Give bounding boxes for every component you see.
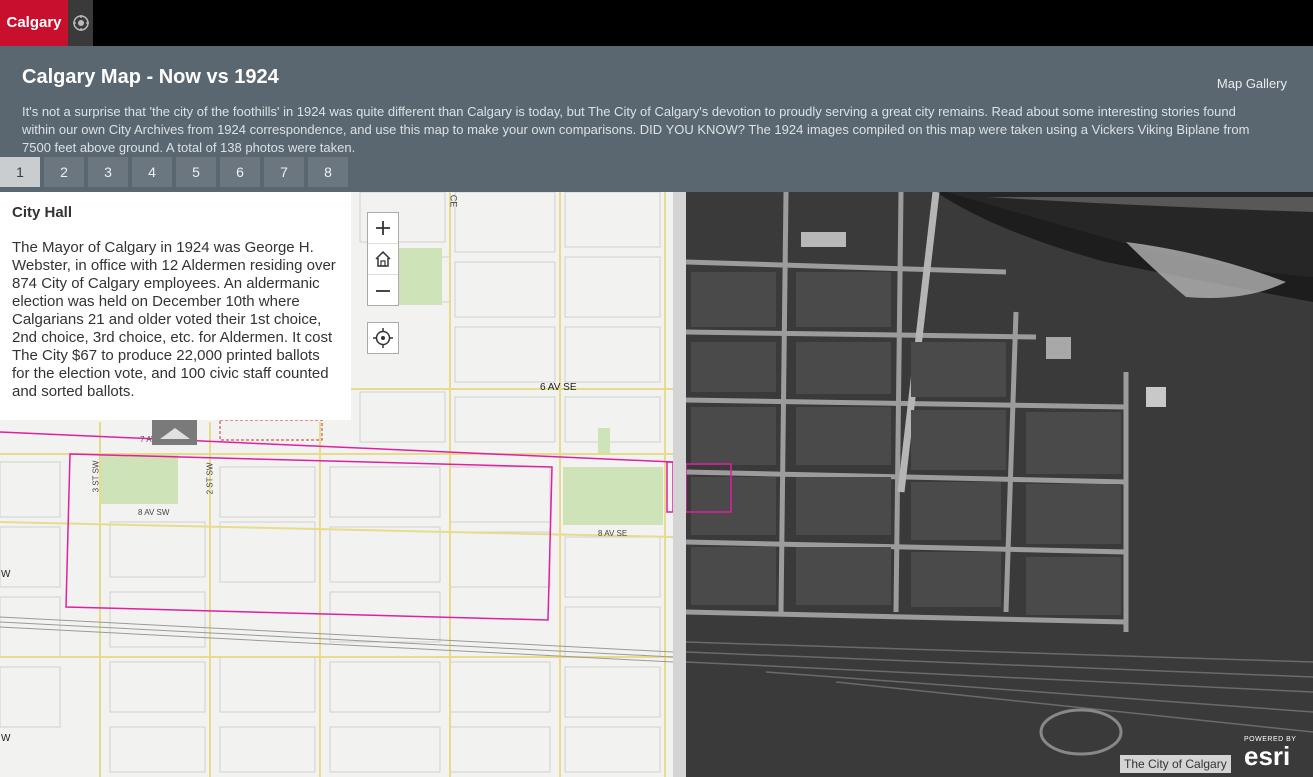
esri-name: esri [1244,741,1291,771]
historical-map-1924[interactable] [686,192,1313,777]
esri-logo[interactable]: POWERED BY esri [1244,736,1296,769]
story-body: The Mayor of Calgary in 1924 was George … [12,239,336,400]
tab-2[interactable]: 2 [44,157,84,187]
zoom-out-icon [376,289,390,292]
map-gallery-link[interactable]: Map Gallery [1217,76,1287,91]
map-attribution: The City of Calgary [1120,755,1231,773]
swipe-divider[interactable] [673,192,686,777]
tab-5[interactable]: 5 [176,157,216,187]
street-label: 6 AV SE [540,382,577,393]
tab-8[interactable]: 8 [308,157,348,187]
story-tabs: 1 2 3 4 5 6 7 8 [0,157,352,187]
top-bar [0,0,1313,46]
home-button[interactable] [368,244,398,275]
historical-map-canvas [686,192,1313,777]
street-label: 8 AV SW [138,508,170,517]
locate-icon [373,328,393,348]
locate-button[interactable] [367,322,399,354]
street-label: W [1,733,11,744]
street-label: W [1,569,11,580]
story-info-panel: City Hall The Mayor of Calgary in 1924 w… [0,192,351,420]
chevron-up-icon [159,427,190,439]
zoom-controls [367,212,399,306]
tab-7[interactable]: 7 [264,157,304,187]
zoom-in-button[interactable] [368,213,398,244]
collapse-panel-button[interactable] [152,420,197,445]
page-description: It's not a surprise that 'the city of th… [22,104,1250,155]
tab-1[interactable]: 1 [0,157,40,187]
page-title: Calgary Map - Now vs 1924 [22,66,279,88]
street-label: 2 ST SW [205,462,215,495]
home-icon [375,250,391,267]
zoom-in-icon [376,221,390,235]
tab-6[interactable]: 6 [220,157,260,187]
street-label: 8 AV SE [598,529,628,538]
story-heading: City Hall [12,204,73,221]
tab-4[interactable]: 4 [132,157,172,187]
tab-3[interactable]: 3 [88,157,128,187]
street-label: CE [448,194,459,208]
city-crest-icon[interactable] [68,0,93,46]
calgary-logo[interactable]: Calgary [0,0,68,46]
zoom-out-button[interactable] [368,275,398,306]
street-label: 3 ST SW [91,460,101,493]
